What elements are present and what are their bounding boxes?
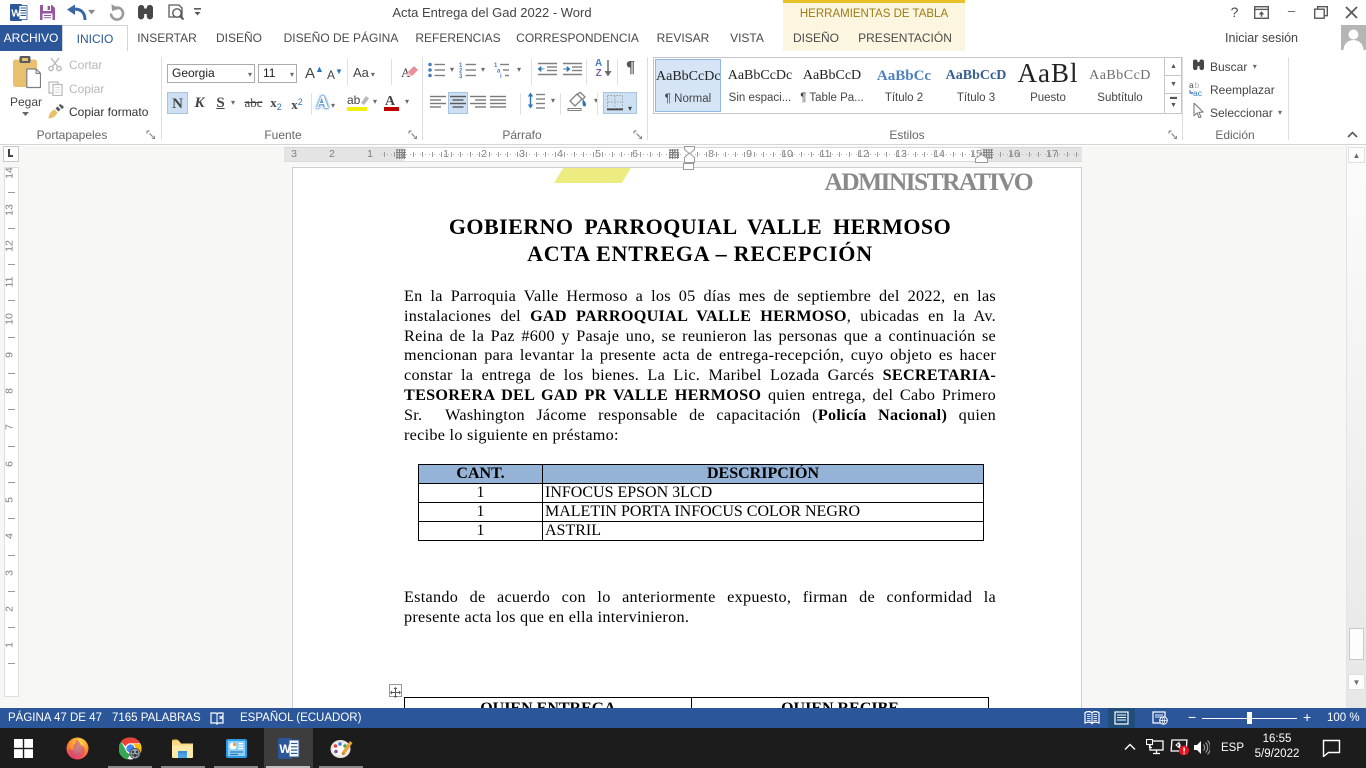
svg-text:W: W	[11, 9, 21, 20]
svg-text:A: A	[385, 94, 396, 109]
svg-text:ac: ac	[1193, 88, 1203, 96]
svg-text:W: W	[279, 742, 291, 756]
svg-text:ab: ab	[347, 93, 361, 107]
svg-text:i: i	[500, 74, 502, 78]
svg-text:3: 3	[459, 74, 463, 78]
